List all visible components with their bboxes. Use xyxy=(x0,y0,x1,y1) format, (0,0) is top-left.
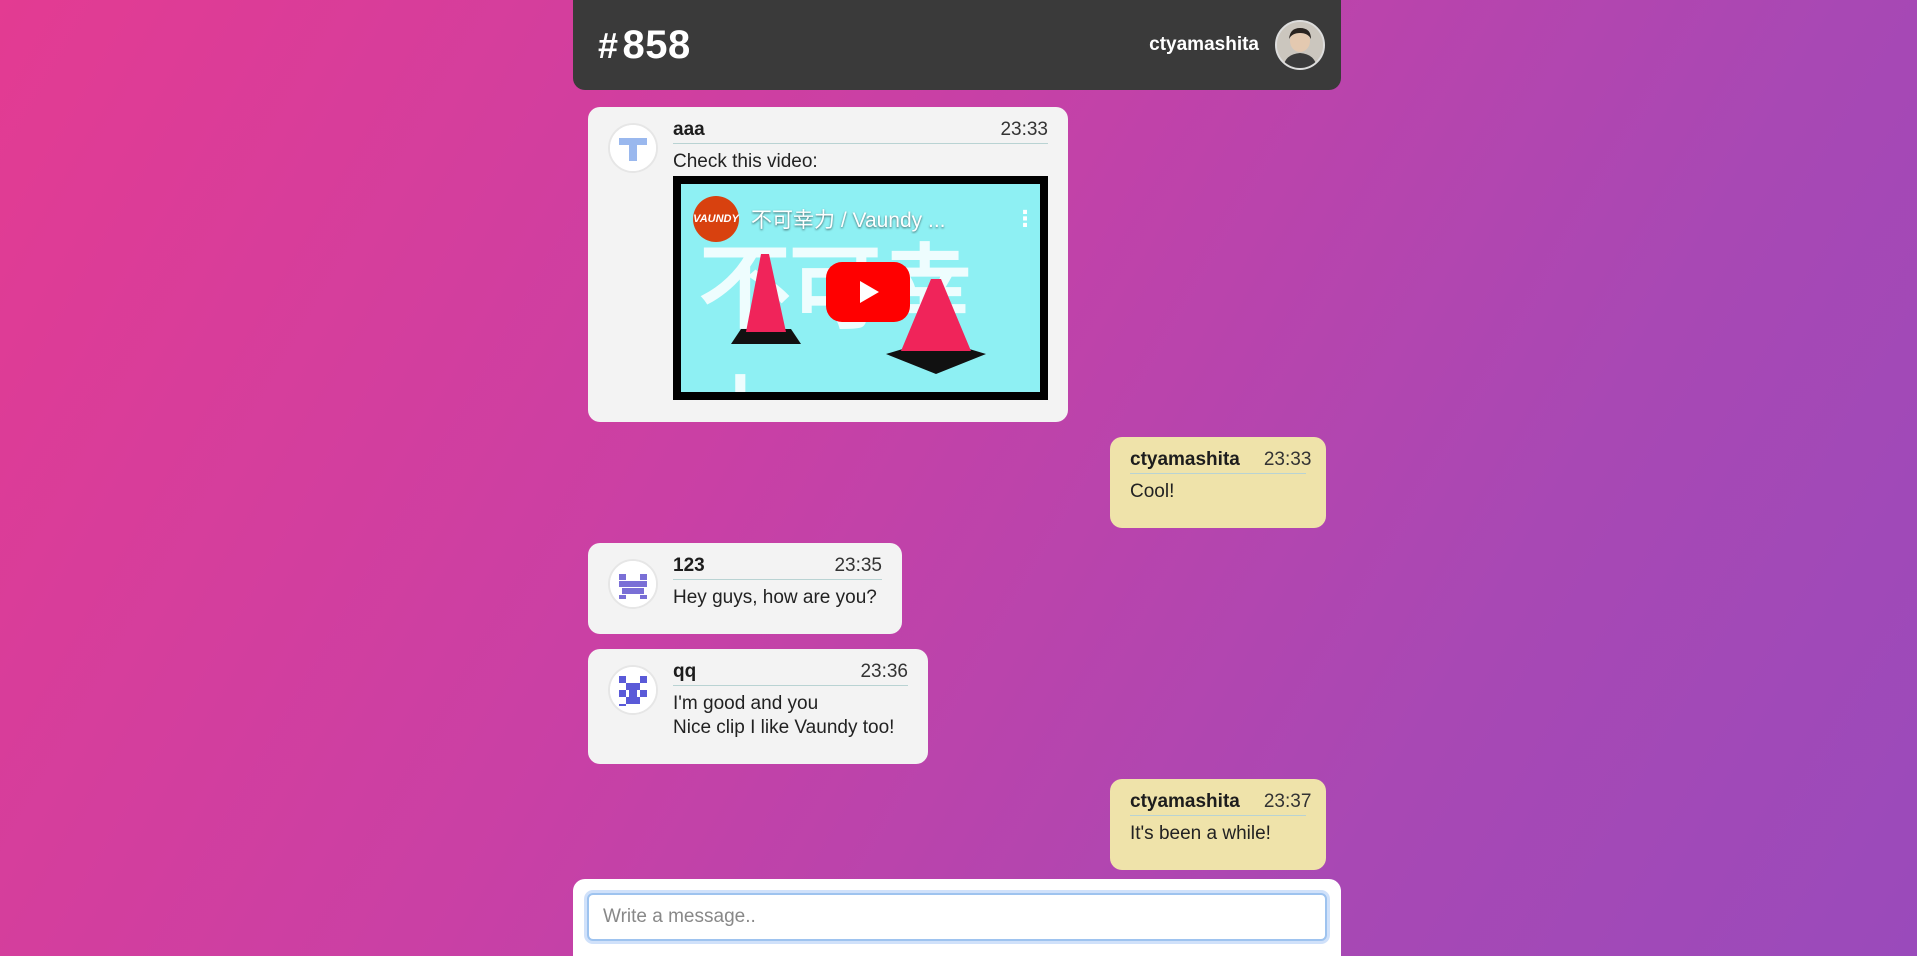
message-author: qq xyxy=(673,661,697,682)
channel-logo[interactable]: VAUNDY xyxy=(693,196,739,242)
message-time: 23:33 xyxy=(1000,119,1048,140)
message-composer xyxy=(573,879,1341,956)
more-options-icon[interactable]: ⋮ xyxy=(1014,206,1036,232)
message-item: 123 23:35 Hey guys, how are you? xyxy=(588,543,902,634)
identicon-icon xyxy=(610,561,656,607)
identicon-avatar xyxy=(608,559,658,609)
traffic-cone-icon xyxy=(731,254,801,344)
message-time: 23:36 xyxy=(860,661,908,682)
own-message-item: ctyamashita 23:37 It's been a while! xyxy=(1110,779,1326,870)
message-text: Hey guys, how are you? xyxy=(673,587,877,608)
chat-header: #858 ctyamashita xyxy=(573,0,1341,90)
message-header: ctyamashita 23:33 xyxy=(1130,449,1311,474)
video-topbar: VAUNDY 不可幸力 / Vaundy ... ⋮ xyxy=(693,196,1036,242)
message-header: 123 23:35 xyxy=(673,555,882,580)
message-input[interactable] xyxy=(587,893,1327,941)
current-user-avatar[interactable] xyxy=(1275,20,1325,70)
message-author: 123 xyxy=(673,555,705,576)
message-author: aaa xyxy=(673,119,705,140)
message-time: 23:35 xyxy=(834,555,882,576)
room-hash: # xyxy=(598,24,619,66)
current-user[interactable]: ctyamashita xyxy=(1149,20,1325,70)
message-header: qq 23:36 xyxy=(673,661,908,686)
message-time: 23:37 xyxy=(1263,791,1312,812)
message-text: Check this video: xyxy=(673,151,818,172)
message-author: ctyamashita xyxy=(1130,791,1240,812)
message-author: ctyamashita xyxy=(1130,449,1240,470)
message-text: I'm good and you Nice clip I like Vaundy… xyxy=(673,693,895,738)
identicon-icon xyxy=(610,125,656,171)
youtube-embed[interactable]: 不可幸力 VAUNDY 不可幸力 / Vaundy ... ⋮ xyxy=(673,176,1048,400)
message-text: It's been a while! xyxy=(1130,823,1271,844)
message-header: aaa 23:33 xyxy=(673,119,1048,144)
identicon-icon xyxy=(610,667,656,713)
room-title: #858 xyxy=(598,23,691,68)
message-list[interactable]: aaa 23:33 Check this video: 不可幸力 V xyxy=(573,90,1341,878)
identicon-avatar xyxy=(608,123,658,173)
room-number: 858 xyxy=(622,22,691,67)
current-username[interactable]: ctyamashita xyxy=(1149,34,1259,56)
video-title[interactable]: 不可幸力 / Vaundy ... xyxy=(751,204,1002,234)
message-text: Cool! xyxy=(1130,481,1175,502)
message-header: ctyamashita 23:37 xyxy=(1130,791,1311,816)
message-time: 23:33 xyxy=(1263,449,1312,470)
play-button[interactable] xyxy=(826,262,910,322)
own-message-item: ctyamashita 23:33 Cool! xyxy=(1110,437,1326,528)
profile-photo-icon xyxy=(1277,22,1323,68)
message-item: qq 23:36 I'm good and you Nice clip I li… xyxy=(588,649,928,764)
identicon-avatar xyxy=(608,665,658,715)
message-item: aaa 23:33 Check this video: 不可幸力 V xyxy=(588,107,1068,422)
play-icon xyxy=(860,281,879,303)
chat-app: #858 ctyamashita aaa 23:33 Check this vi… xyxy=(573,0,1341,956)
video-thumbnail[interactable]: 不可幸力 VAUNDY 不可幸力 / Vaundy ... ⋮ xyxy=(681,184,1040,392)
